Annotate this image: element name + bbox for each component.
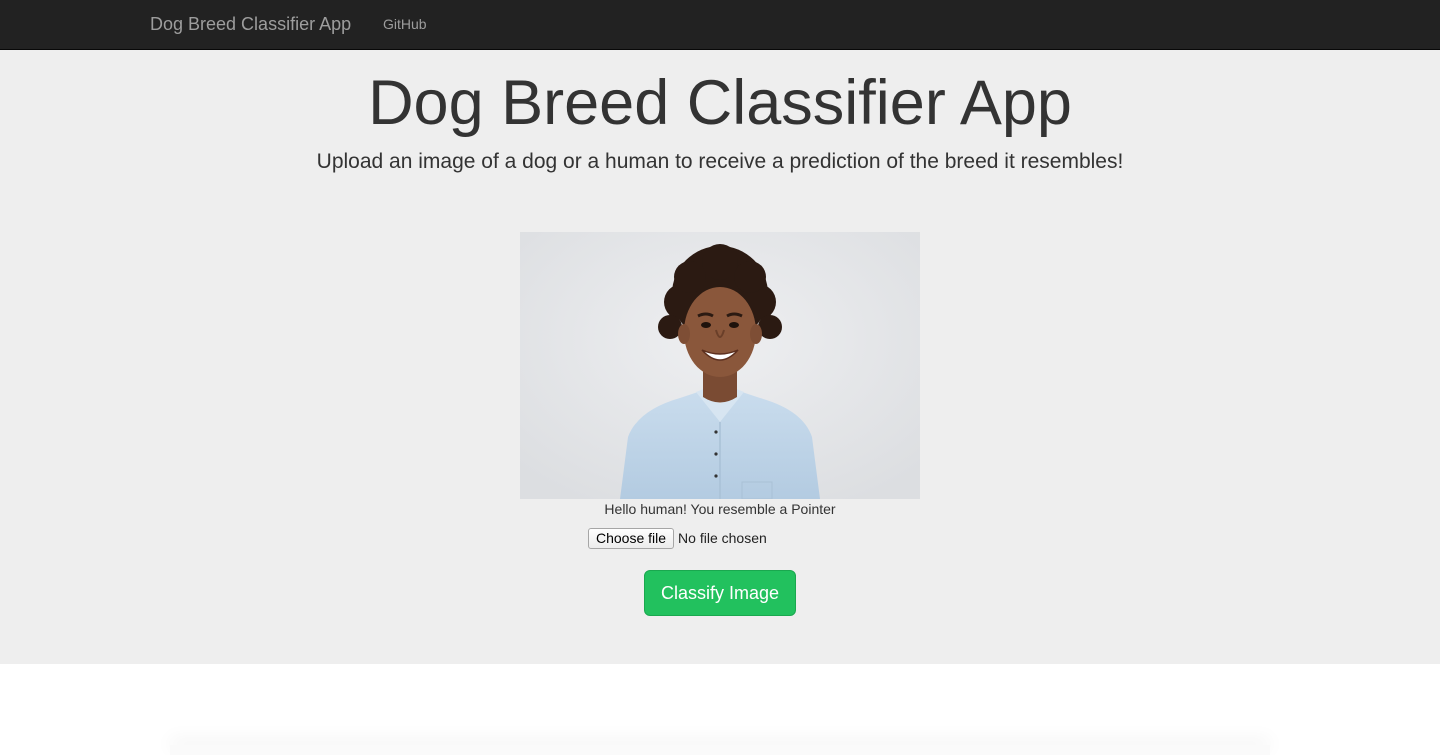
classify-image-button[interactable]: Classify Image <box>644 570 796 616</box>
top-navbar: Dog Breed Classifier App GitHub <box>0 0 1440 50</box>
file-upload-input[interactable]: Choose file No file chosen <box>588 527 767 549</box>
page-bottom-edge <box>170 745 1270 755</box>
page-subtitle: Upload an image of a dog or a human to r… <box>316 150 1124 173</box>
choose-file-button[interactable]: Choose file <box>588 527 675 549</box>
github-nav-link[interactable]: GitHub <box>383 16 427 32</box>
person-photo-illustration <box>520 232 920 499</box>
page-title: Dog Breed Classifier App <box>368 68 1072 138</box>
navbar-brand-link[interactable]: Dog Breed Classifier App <box>150 14 351 34</box>
file-status-text: No file chosen <box>678 530 767 546</box>
prediction-caption: Hello human! You resemble a Pointer <box>604 501 836 517</box>
uploaded-image <box>520 232 920 499</box>
jumbotron: Dog Breed Classifier App Upload an image… <box>0 50 1440 664</box>
